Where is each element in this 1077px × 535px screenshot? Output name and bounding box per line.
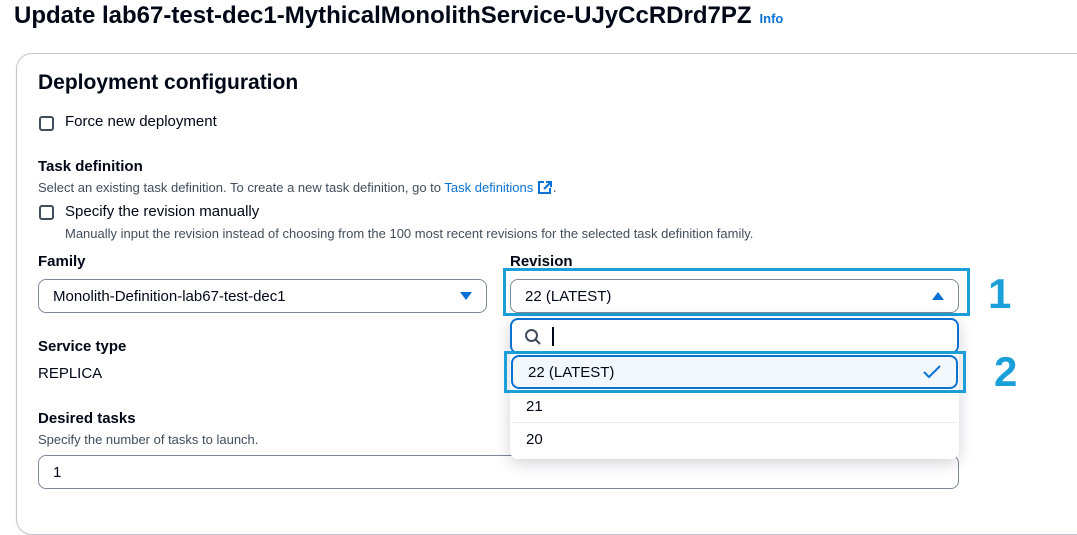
task-definition-description-text: Select an existing task definition. To c… (38, 180, 441, 195)
desired-tasks-description: Specify the number of tasks to launch. (38, 432, 259, 447)
caret-down-icon (460, 292, 472, 300)
specify-revision-checkbox[interactable] (39, 205, 54, 220)
section-title: Deployment configuration (38, 71, 299, 94)
text-cursor (552, 327, 554, 346)
callout-number-2: 2 (994, 348, 1018, 395)
revision-option-selected[interactable]: 22 (LATEST) (511, 355, 958, 389)
search-icon (525, 329, 541, 345)
desired-tasks-value: 1 (53, 463, 62, 481)
desired-tasks-input[interactable]: 1 (38, 455, 959, 489)
service-type-label: Service type (38, 338, 127, 355)
checkmark-icon (923, 365, 941, 379)
revision-option-label: 22 (LATEST) (528, 363, 615, 381)
force-new-deployment-label[interactable]: Force new deployment (65, 113, 217, 130)
revision-option[interactable]: 21 (511, 390, 958, 423)
external-link-icon[interactable] (537, 180, 553, 195)
service-type-value: REPLICA (38, 365, 103, 382)
page-title-text: Update lab67-test-dec1-MythicalMonolithS… (14, 2, 752, 29)
revision-select-value: 22 (LATEST) (525, 287, 612, 305)
family-label: Family (38, 253, 86, 270)
caret-up-icon (932, 292, 944, 300)
family-select[interactable]: Monolith-Definition-lab67-test-dec1 (38, 279, 487, 313)
task-definitions-link[interactable]: Task definitions (444, 180, 533, 195)
task-definition-description: Select an existing task definition. To c… (38, 180, 557, 195)
desired-tasks-label: Desired tasks (38, 410, 136, 427)
revision-search-input[interactable] (510, 318, 959, 354)
force-new-deployment-checkbox[interactable] (39, 116, 54, 131)
specify-revision-description: Manually input the revision instead of c… (65, 226, 754, 241)
family-select-value: Monolith-Definition-lab67-test-dec1 (53, 287, 286, 305)
revision-option-label: 21 (526, 398, 543, 415)
specify-revision-label[interactable]: Specify the revision manually (65, 203, 259, 220)
task-definition-description-suffix: . (552, 180, 557, 195)
revision-option-label: 20 (526, 431, 543, 448)
info-link[interactable]: Info (760, 11, 784, 26)
revision-select[interactable]: 22 (LATEST) (510, 279, 959, 313)
task-definition-label: Task definition (38, 158, 143, 175)
revision-option[interactable]: 20 (511, 423, 958, 456)
page-title: Update lab67-test-dec1-MythicalMonolithS… (14, 2, 783, 30)
callout-number-1: 1 (988, 270, 1012, 317)
